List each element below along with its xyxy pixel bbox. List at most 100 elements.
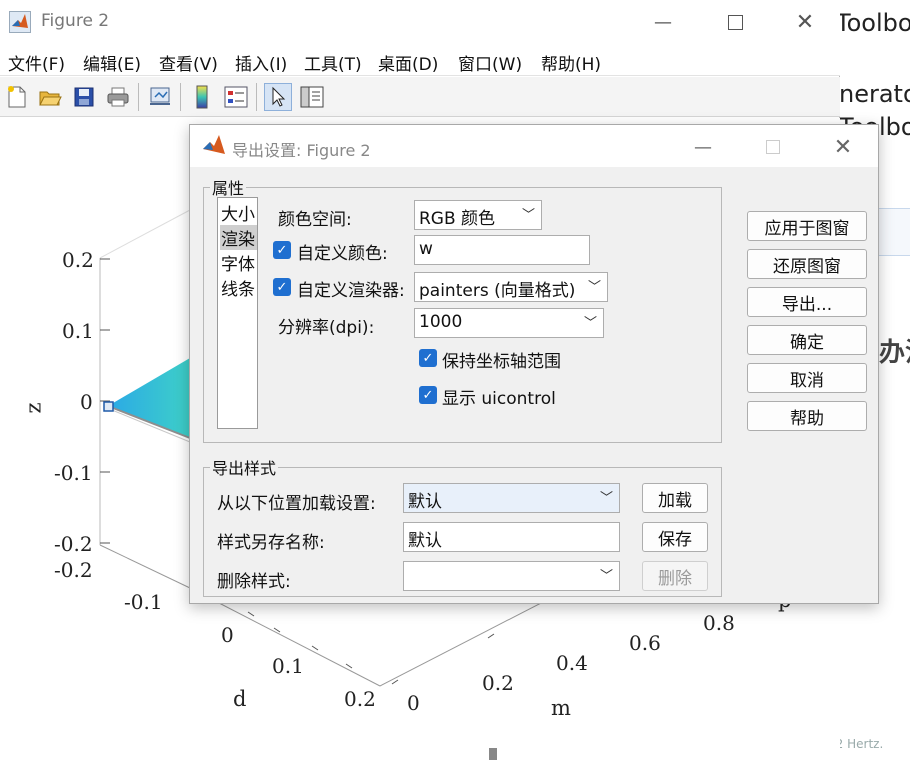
load-settings-label: 从以下位置加载设置:	[217, 494, 376, 514]
resolution-value: 1000	[419, 312, 463, 332]
d-tick: 0	[221, 623, 234, 647]
menu-bar: 文件(F) 编辑(E) 查看(V) 插入(I) 工具(T) 桌面(D) 窗口(W…	[0, 44, 840, 113]
new-figure-icon[interactable]	[3, 83, 31, 111]
link-plot-icon[interactable]	[146, 83, 174, 111]
custom-renderer-label: 自定义渲染器:	[297, 281, 405, 301]
dialog-title-bar[interactable]: 导出设置: Figure 2 — ✕	[190, 125, 878, 167]
d-axis-label: d	[233, 687, 247, 711]
help-button[interactable]: 帮助	[747, 401, 867, 431]
export-button[interactable]: 导出...	[747, 287, 867, 317]
chevron-down-icon: ﹀	[599, 491, 613, 506]
delete-style-label: 删除样式:	[217, 572, 291, 592]
toolbar-separator	[256, 83, 257, 111]
chevron-down-icon: ﹀	[599, 569, 613, 584]
toolbar-separator	[138, 83, 139, 111]
z-tick: 0.2	[62, 248, 94, 272]
m-axis-label: m	[551, 696, 571, 720]
export-settings-dialog: 导出设置: Figure 2 — ✕ 属性 大小 渲染 字体 线条 颜色空间: …	[189, 124, 879, 604]
cancel-button[interactable]: 取消	[747, 363, 867, 393]
category-lines[interactable]: 线条	[220, 275, 257, 300]
minimize-icon: —	[694, 136, 712, 158]
colorbar-icon[interactable]	[188, 83, 216, 111]
menu-help[interactable]: 帮助(H)	[541, 50, 601, 75]
show-uicontrol-label: 显示 uicontrol	[442, 389, 556, 409]
category-rendering[interactable]: 渲染	[220, 225, 257, 250]
category-list[interactable]: 大小 渲染 字体 线条	[217, 197, 258, 429]
d-tick: 0.1	[272, 654, 304, 678]
menu-file[interactable]: 文件(F)	[8, 50, 65, 75]
z-tick: -0.2	[54, 532, 93, 556]
maximize-icon	[727, 14, 743, 30]
ok-button[interactable]: 确定	[747, 325, 867, 355]
close-icon: ✕	[833, 134, 853, 160]
custom-color-label: 自定义颜色:	[297, 244, 388, 264]
load-button[interactable]: 加载	[642, 483, 708, 513]
close-button[interactable]: ✕	[785, 8, 825, 36]
load-settings-value: 默认	[408, 492, 442, 512]
print-icon[interactable]	[104, 83, 132, 111]
figure-title-bar[interactable]: Figure 2 — ✕	[0, 0, 840, 44]
dialog-close-button[interactable]: ✕	[823, 133, 863, 161]
menu-edit[interactable]: 编辑(E)	[83, 50, 141, 75]
chevron-down-icon: ﹀	[521, 208, 535, 223]
m-tick: 0.4	[556, 651, 588, 675]
menu-view[interactable]: 查看(V)	[159, 50, 218, 75]
menu-insert[interactable]: 插入(I)	[235, 50, 287, 75]
chevron-down-icon: ﹀	[587, 280, 601, 295]
z-tick: -0.1	[54, 461, 93, 485]
save-style-name-input[interactable]: 默认	[403, 522, 620, 552]
scroll-handle[interactable]	[489, 748, 497, 760]
maximize-icon	[766, 140, 780, 154]
maximize-button[interactable]	[715, 8, 755, 36]
category-size[interactable]: 大小	[220, 200, 257, 225]
m-tick: 0	[407, 691, 420, 715]
m-tick: 0.8	[703, 611, 735, 635]
open-file-icon[interactable]	[36, 83, 64, 111]
resolution-label: 分辨率(dpi):	[278, 318, 375, 338]
category-fonts[interactable]: 字体	[220, 250, 257, 275]
dialog-title: 导出设置: Figure 2	[232, 141, 371, 160]
minimize-button[interactable]: —	[643, 8, 683, 36]
custom-color-checkbox[interactable]: ✓	[273, 241, 291, 259]
menu-tools[interactable]: 工具(T)	[304, 50, 362, 75]
figure-title: Figure 2	[41, 11, 110, 31]
color-space-value: RGB 颜色	[419, 209, 496, 229]
dialog-maximize-button	[753, 133, 793, 161]
m-tick: 0.6	[629, 631, 661, 655]
custom-color-input[interactable]: w	[414, 235, 590, 265]
show-uicontrol-checkbox[interactable]: ✓	[419, 386, 437, 404]
resolution-select[interactable]: 1000 ﹀	[414, 308, 604, 338]
custom-renderer-checkbox[interactable]: ✓	[273, 278, 291, 296]
menu-desktop[interactable]: 桌面(D)	[378, 50, 438, 75]
save-button[interactable]: 保存	[642, 522, 708, 552]
export-styles-group-label: 导出样式	[212, 459, 277, 478]
load-settings-select[interactable]: 默认 ﹀	[403, 483, 620, 513]
keep-axis-limits-label: 保持坐标轴范围	[442, 352, 561, 372]
keep-axis-limits-checkbox[interactable]: ✓	[419, 349, 437, 367]
legend-icon[interactable]	[222, 83, 250, 111]
custom-renderer-select[interactable]: painters (向量格式) ﹀	[414, 272, 608, 302]
toolbar-separator	[180, 83, 181, 111]
revert-figure-button[interactable]: 还原图窗	[747, 249, 867, 279]
matlab-icon	[9, 11, 31, 33]
property-inspector-icon[interactable]	[298, 83, 326, 111]
z-tick: 0	[80, 390, 93, 414]
custom-renderer-value: painters (向量格式)	[419, 281, 576, 301]
delete-button: 删除	[642, 561, 708, 591]
background-text: Toolbo	[836, 9, 910, 37]
z-axis-label: z	[21, 402, 46, 414]
save-icon[interactable]	[70, 83, 98, 111]
matlab-icon	[202, 134, 226, 160]
d-tick: 0.2	[344, 687, 376, 711]
d-tick: -0.2	[54, 558, 93, 582]
edit-plot-arrow-icon[interactable]	[264, 83, 292, 111]
menu-window[interactable]: 窗口(W)	[458, 50, 522, 75]
color-space-select[interactable]: RGB 颜色 ﹀	[414, 200, 542, 230]
delete-style-select[interactable]: ﹀	[403, 561, 620, 591]
z-tick: 0.1	[62, 319, 94, 343]
dialog-minimize-button[interactable]: —	[683, 133, 723, 161]
close-icon: ✕	[795, 9, 815, 35]
m-tick: 0.2	[482, 671, 514, 695]
background-text: 办法	[879, 338, 910, 368]
apply-to-figure-button[interactable]: 应用于图窗	[747, 211, 867, 241]
